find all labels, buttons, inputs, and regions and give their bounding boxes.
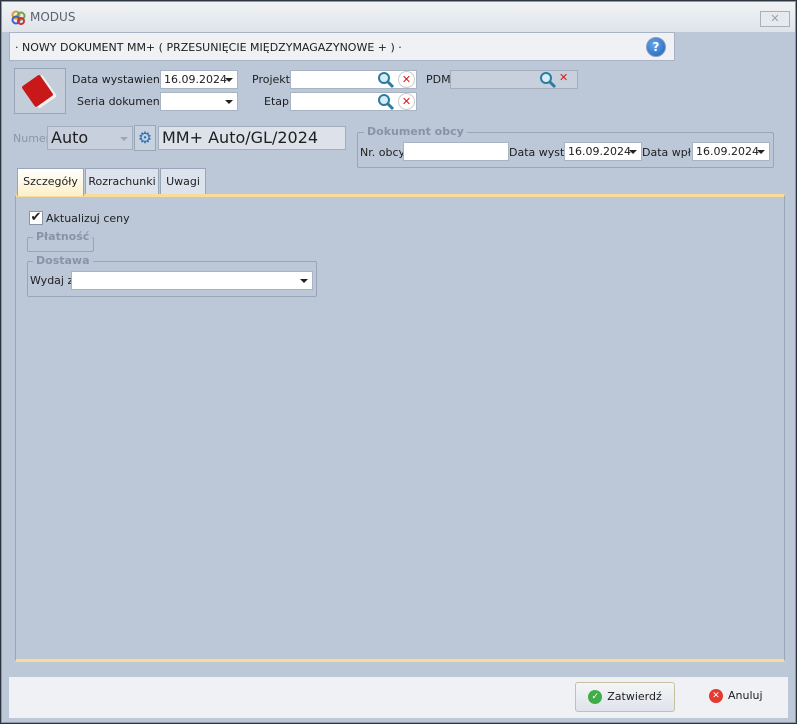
close-icon: ✕	[770, 12, 780, 25]
numer-label: Numer	[13, 132, 51, 145]
tab-uwagi[interactable]: Uwagi	[160, 168, 206, 195]
anuluj-button[interactable]: ✕ Anuluj	[709, 689, 763, 703]
help-button[interactable]: ?	[646, 37, 666, 57]
anuluj-label: Anuluj	[728, 689, 763, 702]
etap-label: Etap	[264, 95, 289, 108]
pdm-label: PDM	[426, 73, 451, 86]
book-icon	[22, 75, 57, 108]
window-title: MODUS	[30, 10, 76, 24]
aktualizuj-ceny-label: Aktualizuj ceny	[46, 212, 130, 225]
projekt-label: Projekt	[252, 73, 290, 86]
data-wyst-value: 16.09.2024	[568, 145, 631, 158]
wydaj-z-select[interactable]	[71, 271, 313, 290]
nr-obcy-input[interactable]	[403, 142, 509, 161]
help-icon: ?	[652, 40, 660, 54]
cancel-icon: ✕	[709, 689, 723, 703]
numer-mode-select[interactable]: Auto	[47, 126, 133, 150]
search-icon[interactable]	[377, 93, 395, 111]
numer-value-field[interactable]: MM+ Auto/GL/2024	[158, 126, 346, 150]
data-wystawienia-picker[interactable]: 16.09.2024	[160, 70, 238, 89]
close-button[interactable]: ✕	[760, 11, 790, 27]
tab-szczegoly[interactable]: Szczegóły	[17, 168, 84, 196]
chevron-down-icon	[300, 279, 308, 283]
clear-etap-button[interactable]: ✕	[398, 93, 415, 110]
dostawa-title: Dostawa	[33, 254, 93, 267]
data-wystawienia-label: Data wystawienia	[72, 73, 170, 86]
zatwierdz-label: Zatwierdź	[607, 690, 662, 703]
data-wpl-picker[interactable]: 16.09.2024	[692, 142, 770, 161]
wydaj-z-label: Wydaj z	[30, 274, 74, 287]
gear-icon: ⚙	[137, 128, 153, 147]
tab-panel-szczegoly: ✔ Aktualizuj ceny Płatność Dostawa Wydaj…	[15, 194, 785, 662]
data-wyst-picker[interactable]: 16.09.2024	[564, 142, 642, 161]
data-wpl-label: Data wpł.	[642, 146, 695, 159]
clear-icon: ✕	[401, 95, 412, 108]
numer-value: MM+ Auto/GL/2024	[162, 128, 319, 147]
document-header: · NOWY DOKUMENT MM+ ( PRZESUNIĘCIE MIĘDZ…	[9, 32, 675, 61]
document-title: · NOWY DOKUMENT MM+ ( PRZESUNIĘCIE MIĘDZ…	[15, 41, 402, 54]
data-wyst-label: Data wyst.	[509, 146, 568, 159]
chevron-down-icon	[225, 100, 233, 104]
zatwierdz-button[interactable]: ✓ Zatwierdź	[575, 682, 675, 712]
clear-icon: ✕	[559, 71, 569, 84]
footer: ✓ Zatwierdź ✕ Anuluj	[9, 677, 788, 718]
clear-projekt-button[interactable]: ✕	[398, 71, 415, 88]
numbering-settings-button[interactable]: ⚙	[134, 125, 156, 151]
modus-logo-icon	[11, 10, 26, 25]
checkmark-icon: ✔	[30, 210, 42, 225]
title-bar: MODUS ✕	[2, 2, 795, 32]
clear-pdm-button[interactable]: ✕	[559, 71, 568, 84]
platnosc-title: Płatność	[33, 230, 93, 243]
data-wystawienia-value: 16.09.2024	[164, 73, 227, 86]
search-icon[interactable]	[539, 71, 557, 89]
chevron-down-icon	[120, 137, 128, 141]
seria-select[interactable]	[160, 92, 238, 111]
chevron-down-icon	[629, 150, 637, 154]
chevron-down-icon	[757, 150, 765, 154]
check-icon: ✓	[588, 690, 603, 704]
clear-icon: ✕	[401, 73, 412, 86]
aktualizuj-ceny-checkbox[interactable]: ✔	[29, 211, 43, 225]
dokument-obcy-title: Dokument obcy	[364, 125, 467, 138]
chevron-down-icon	[225, 78, 233, 82]
dialog-window: MODUS ✕ · NOWY DOKUMENT MM+ ( PRZESUNIĘC…	[1, 1, 796, 723]
document-type-button[interactable]	[14, 68, 66, 114]
nr-obcy-label: Nr. obcy	[360, 146, 406, 159]
tab-rozrachunki[interactable]: Rozrachunki	[85, 168, 159, 195]
data-wpl-value: 16.09.2024	[696, 145, 759, 158]
seria-label: Seria dokumentu	[77, 95, 172, 108]
search-icon[interactable]	[377, 71, 395, 89]
numer-mode-value: Auto	[51, 128, 89, 147]
